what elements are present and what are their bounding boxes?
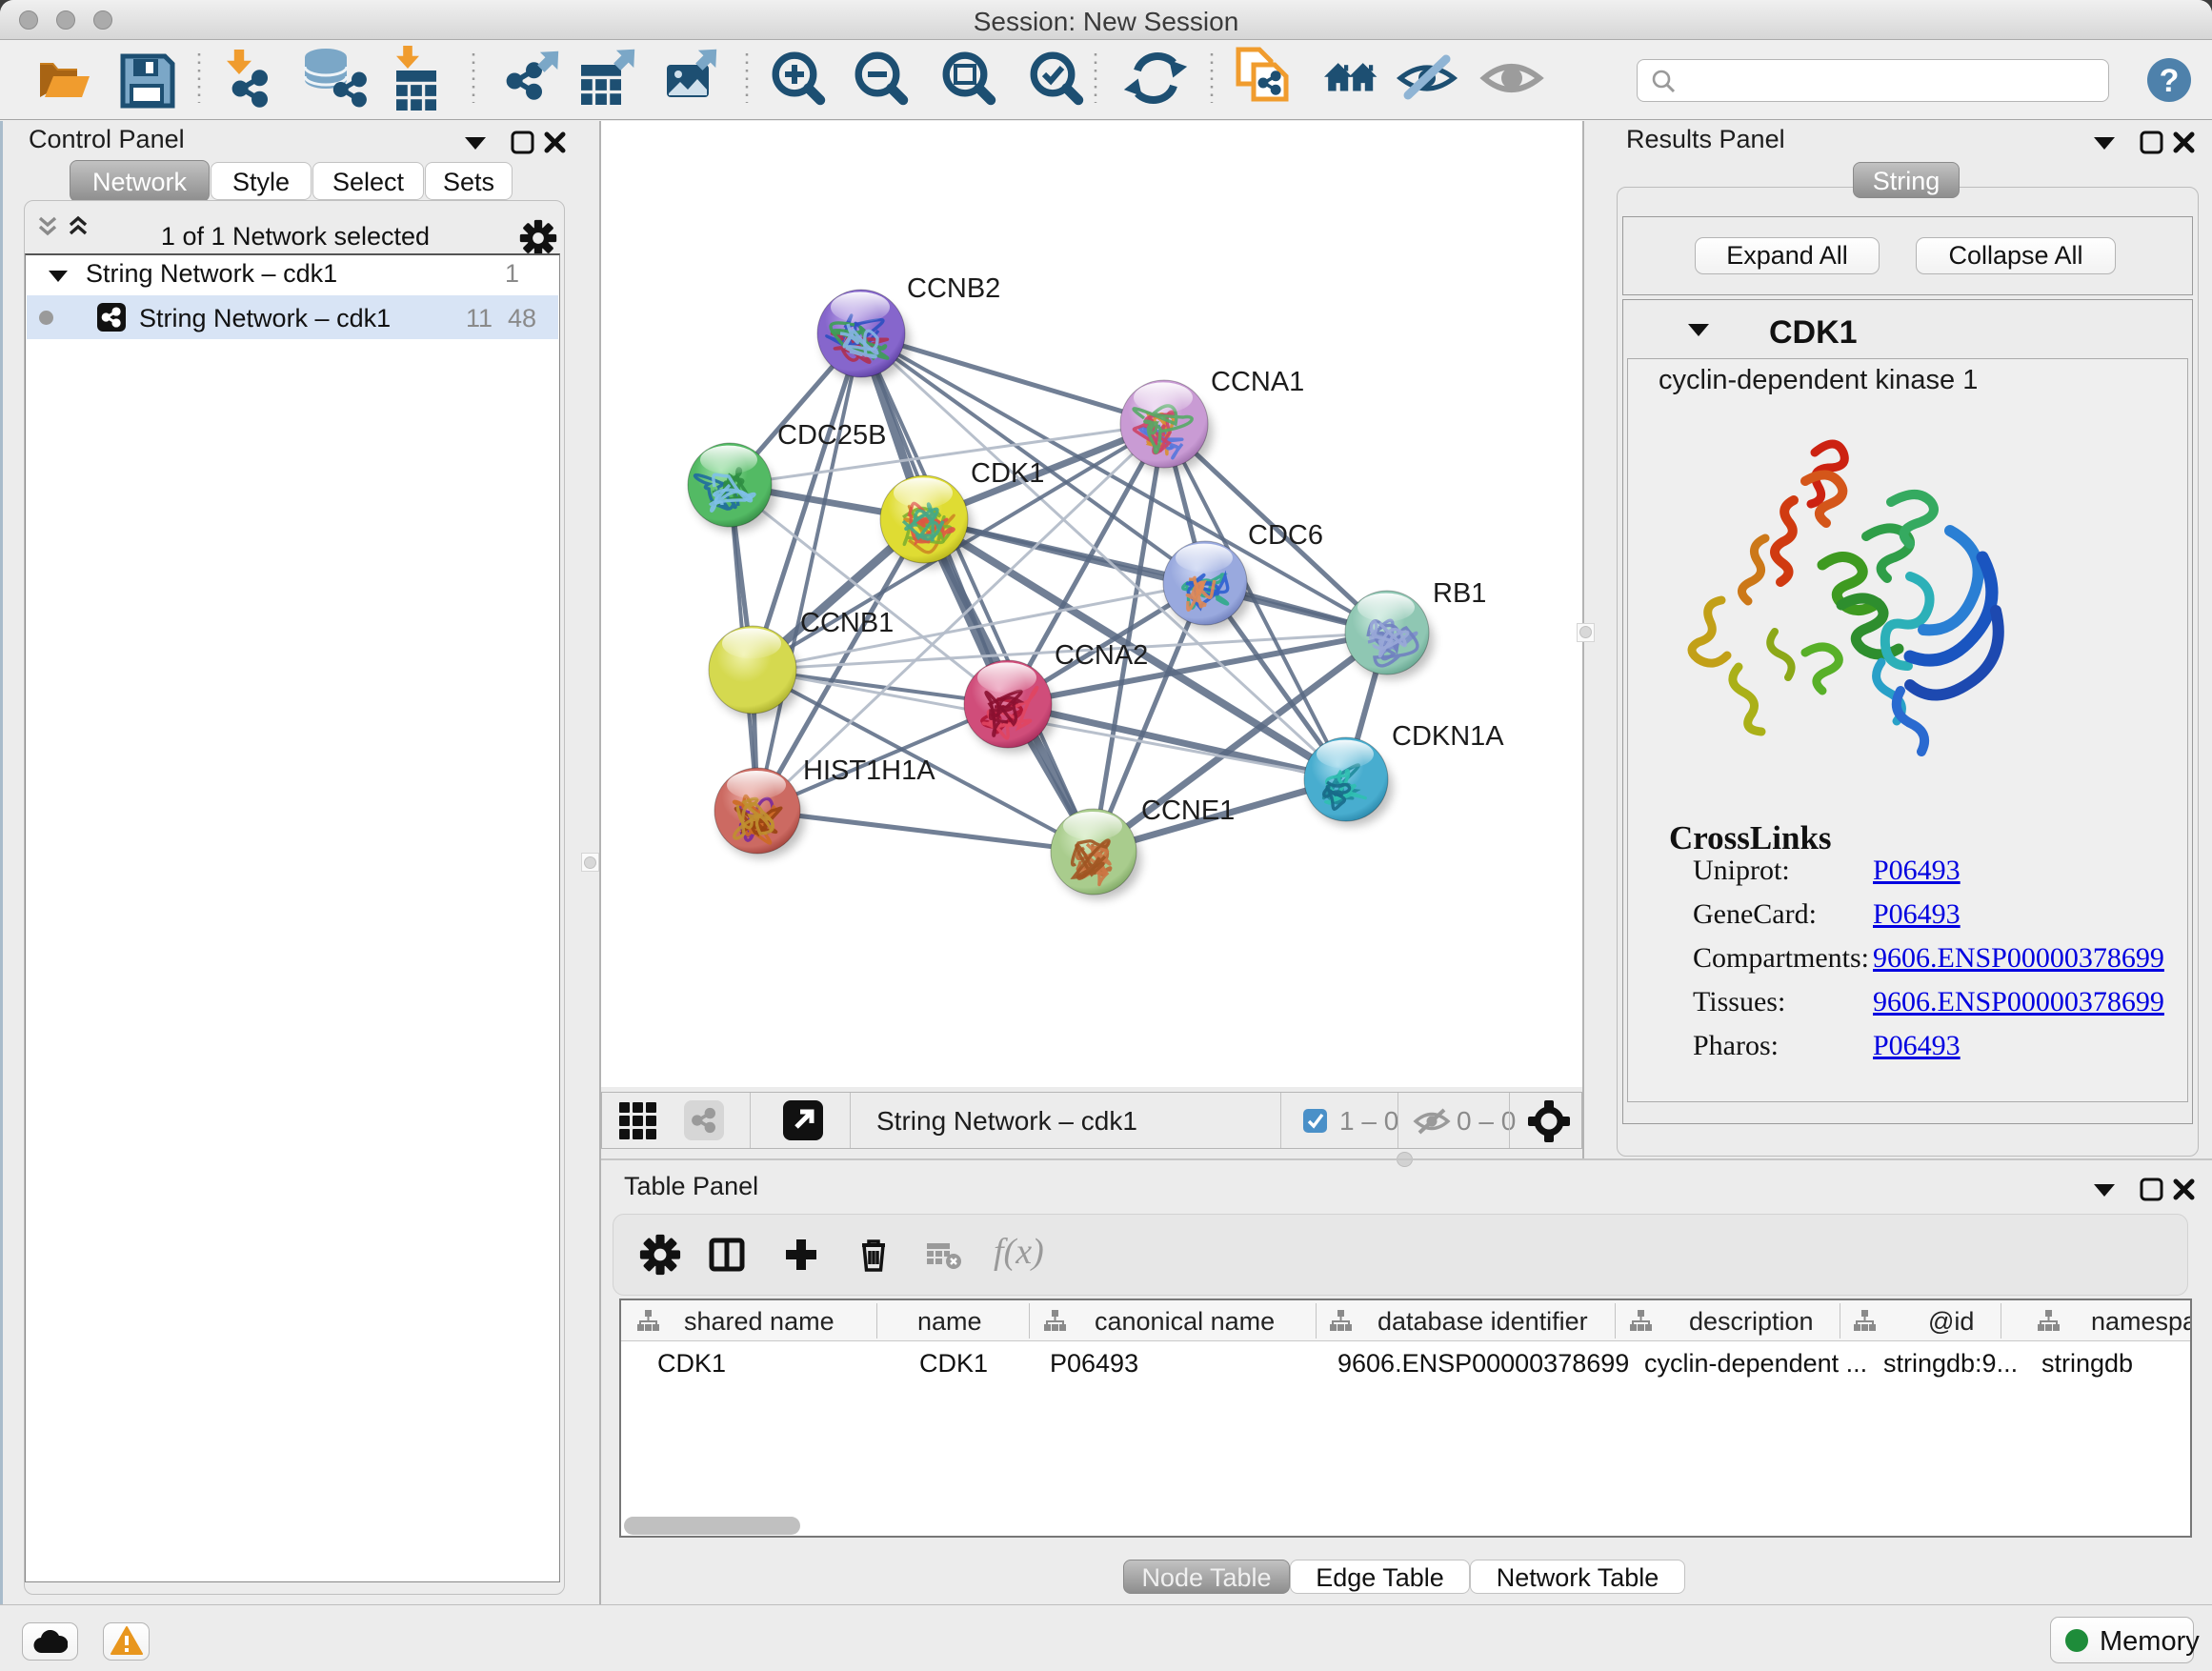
svg-text:RB1: RB1 [1433, 578, 1486, 609]
svg-text:CCNA2: CCNA2 [1055, 640, 1148, 671]
svg-text:CCNB2: CCNB2 [907, 273, 1000, 304]
svg-text:?: ? [2160, 63, 2180, 99]
svg-text:CCNE1: CCNE1 [1141, 795, 1235, 826]
svg-text:CCNB1: CCNB1 [800, 608, 894, 638]
svg-text:HIST1H1A: HIST1H1A [803, 755, 935, 786]
svg-text:CDC25B: CDC25B [777, 420, 886, 451]
svg-text:CCNA1: CCNA1 [1211, 367, 1304, 397]
svg-text:CDKN1A: CDKN1A [1392, 721, 1504, 752]
svg-text:CDC6: CDC6 [1248, 520, 1323, 551]
svg-text:CDK1: CDK1 [971, 458, 1044, 489]
